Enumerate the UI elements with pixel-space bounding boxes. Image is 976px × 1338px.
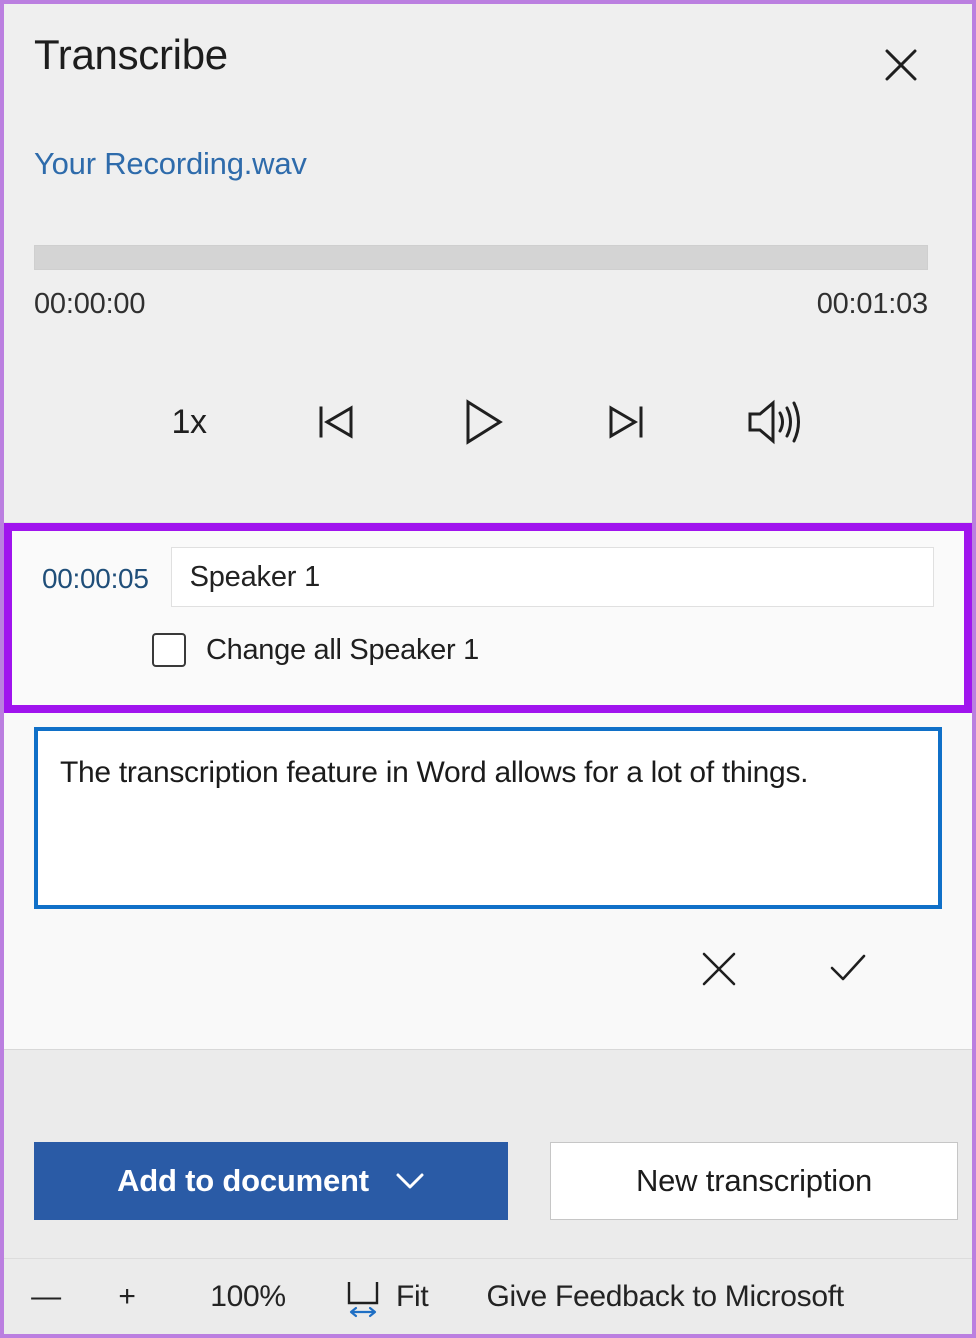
change-all-speaker-row: Change all Speaker 1: [152, 633, 934, 667]
transcribe-pane: Transcribe Your Recording.wav 00:00:00 0…: [4, 4, 972, 1334]
skip-forward-icon[interactable]: [590, 385, 664, 459]
add-to-document-label: Add to document: [117, 1163, 369, 1198]
progress-bar-container: [34, 245, 928, 270]
audio-player: Your Recording.wav 00:00:00 00:01:03 1x: [4, 124, 972, 522]
change-all-speaker-checkbox[interactable]: [152, 633, 186, 667]
fit-to-window-button[interactable]: Fit: [326, 1264, 444, 1330]
audio-file-link[interactable]: Your Recording.wav: [34, 146, 307, 182]
zoom-level-label[interactable]: 100%: [170, 1264, 326, 1330]
playback-progress-slider[interactable]: [34, 245, 928, 270]
transcript-editor-actions: [34, 914, 942, 998]
segment-timestamp[interactable]: 00:00:05: [42, 559, 149, 595]
transcript-list: 00:00:05 Change all Speaker 1: [4, 522, 972, 1050]
zoom-out-button[interactable]: —: [8, 1264, 84, 1330]
new-transcription-button[interactable]: New transcription: [550, 1142, 958, 1220]
page-title: Transcribe: [34, 31, 228, 78]
status-bar: — + 100% Fit Give Feedback to Microsoft: [4, 1258, 972, 1334]
change-all-speaker-label[interactable]: Change all Speaker 1: [206, 634, 479, 667]
annotated-screenshot-frame: Transcribe Your Recording.wav 00:00:00 0…: [0, 0, 976, 1338]
transcript-text-editor[interactable]: [34, 727, 942, 909]
speaker-row: 00:00:05: [42, 547, 934, 607]
pane-footer: Add to document New transcription: [4, 1050, 972, 1258]
volume-icon[interactable]: [736, 385, 810, 459]
skip-back-icon[interactable]: [298, 385, 372, 459]
pane-header: Transcribe: [4, 4, 972, 124]
chevron-down-icon: [395, 1171, 425, 1191]
close-pane-button[interactable]: [876, 40, 926, 90]
confirm-edit-button[interactable]: [818, 940, 876, 998]
playback-speed-button[interactable]: 1x: [152, 385, 226, 459]
playback-controls: 1x: [34, 385, 928, 459]
time-row: 00:00:00 00:01:03: [34, 288, 928, 321]
total-time: 00:01:03: [816, 288, 928, 320]
new-transcription-label: New transcription: [635, 1163, 873, 1198]
speaker-name-input[interactable]: [170, 547, 934, 607]
current-time: 00:00:00: [34, 288, 146, 320]
fit-label: Fit: [396, 1279, 429, 1313]
add-to-document-button[interactable]: Add to document: [34, 1142, 508, 1220]
cancel-edit-button[interactable]: [690, 940, 748, 998]
play-icon[interactable]: [444, 385, 518, 459]
zoom-in-button[interactable]: +: [84, 1264, 170, 1330]
give-feedback-link[interactable]: Give Feedback to Microsoft: [444, 1264, 844, 1330]
speaker-edit-block: 00:00:05 Change all Speaker 1: [4, 523, 972, 713]
transcript-editor-wrap: [4, 713, 972, 998]
fit-page-icon: [342, 1276, 384, 1318]
